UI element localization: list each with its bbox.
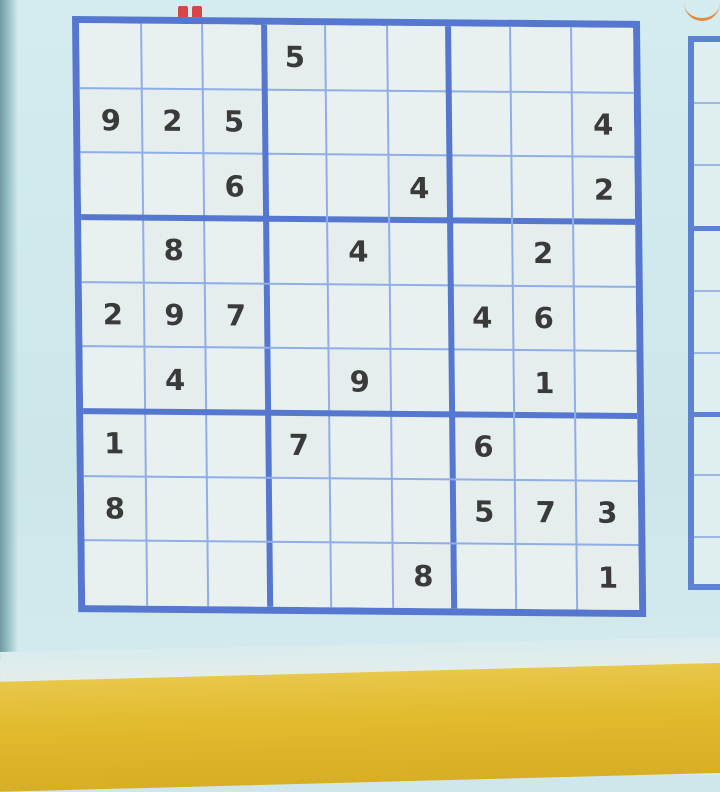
sudoku-cell-given: 4 [388,155,451,221]
sudoku-cell-empty[interactable] [330,477,393,544]
sudoku-cell-empty[interactable] [390,413,454,480]
sudoku-cell-empty[interactable] [449,90,512,157]
sudoku-cell-empty[interactable] [264,89,327,155]
sudoku-cell-empty[interactable] [451,349,514,415]
sudoku-cell-empty[interactable] [389,284,452,350]
sudoku-cell-empty[interactable] [449,155,512,221]
sudoku-cell-given: 2 [511,220,575,287]
sudoku-cell-empty[interactable] [81,217,144,283]
sudoku-cell-empty[interactable] [206,412,269,478]
sudoku-cell-empty[interactable] [80,152,143,218]
sudoku-cell-given: 7 [204,282,268,349]
sudoku-cell-given: 1 [576,544,640,610]
sudoku-cell-empty[interactable] [146,541,209,607]
sudoku-cell-empty[interactable] [327,283,391,350]
sudoku-cell-empty[interactable] [571,27,634,93]
sudoku-cell-given: 4 [451,284,514,351]
sudoku-cell-empty[interactable] [387,90,450,156]
sudoku-cell-given: 6 [203,153,266,219]
sudoku-cell-empty[interactable] [206,476,270,543]
sudoku-cell-empty[interactable] [82,346,145,412]
sudoku-cell-given: 6 [512,285,575,351]
sudoku-cell-empty[interactable] [326,154,389,220]
sudoku-cell-given: 8 [142,217,205,283]
sudoku-cell-given: 2 [572,156,636,222]
sudoku-cell-given: 4 [327,219,390,285]
sudoku-cell-empty[interactable] [450,220,513,286]
sudoku-cell-empty[interactable] [391,478,454,544]
sudoku-cell-given: 9 [143,282,206,348]
sudoku-cell-empty[interactable] [141,152,205,219]
sudoku-cell-empty[interactable] [509,26,573,93]
sudoku-cell-given: 8 [392,543,455,609]
sudoku-cell-empty[interactable] [573,221,636,287]
sudoku-cell-empty[interactable] [448,26,511,92]
sudoku-cell-empty[interactable] [84,540,147,606]
sudoku-cell-given: 7 [267,412,331,478]
page-gutter-shadow [0,0,18,660]
sudoku-cell-empty[interactable] [510,91,573,157]
sudoku-cell-given: 1 [513,350,576,416]
sudoku-cell-empty[interactable] [390,349,453,415]
sudoku-cell-empty[interactable] [386,25,450,91]
sudoku-cell-given: 4 [572,92,635,158]
sudoku-cell-empty[interactable] [574,286,637,352]
sudoku-cell-empty[interactable] [511,156,574,222]
sudoku-cell-empty[interactable] [325,25,388,91]
sudoku-cell-given: 8 [83,475,147,541]
sudoku-cell-empty[interactable] [140,23,203,89]
sudoku-cell-empty[interactable] [575,415,638,481]
sudoku-cell-empty[interactable] [269,542,332,608]
yellow-footer-band [0,662,720,792]
sudoku-cell-empty[interactable] [265,218,328,284]
sudoku-cell-given: 9 [328,348,391,414]
sudoku-cell-empty[interactable] [268,477,331,543]
sudoku-cell-given: 6 [452,414,515,480]
sudoku-cell-empty[interactable] [453,543,517,609]
sudoku-board-wrapper: 5925464284229746491176857381 [72,16,647,618]
sudoku-cell-empty[interactable] [513,414,577,481]
sudoku-cell-empty[interactable] [267,348,330,414]
sudoku-cell-given: 5 [453,479,516,545]
sudoku-cell-given: 5 [263,24,326,90]
sudoku-cell-empty[interactable] [388,219,452,285]
sudoku-cell-empty[interactable] [205,347,268,413]
sudoku-cell-given: 7 [514,479,577,545]
sudoku-cell-empty[interactable] [145,476,208,542]
sudoku-cell-given: 1 [83,411,146,477]
sudoku-cell-empty[interactable] [330,542,393,608]
sudoku-cell-given: 5 [202,88,266,155]
sudoku-cell-empty[interactable] [144,411,207,477]
sudoku-cell-given: 3 [576,480,639,546]
sudoku-cell-empty[interactable] [266,283,329,349]
sudoku-cell-given: 2 [81,281,145,347]
sudoku-cell-empty[interactable] [79,23,142,89]
sudoku-board: 5925464284229746491176857381 [72,16,647,618]
sudoku-cell-given: 9 [79,87,142,153]
sudoku-cell-empty[interactable] [329,413,392,479]
sudoku-cell-empty[interactable] [515,544,578,610]
sudoku-cell-given: 4 [144,346,207,413]
sudoku-cell-given: 2 [141,88,204,154]
sudoku-cell-empty[interactable] [265,154,328,220]
sudoku-cell-empty[interactable] [325,89,389,156]
sudoku-cell-empty[interactable] [574,350,638,416]
sudoku-cell-empty[interactable] [207,541,270,607]
adjacent-sudoku-grid-edge [688,36,720,590]
sudoku-cell-empty[interactable] [204,218,267,284]
sudoku-cell-empty[interactable] [202,24,265,90]
